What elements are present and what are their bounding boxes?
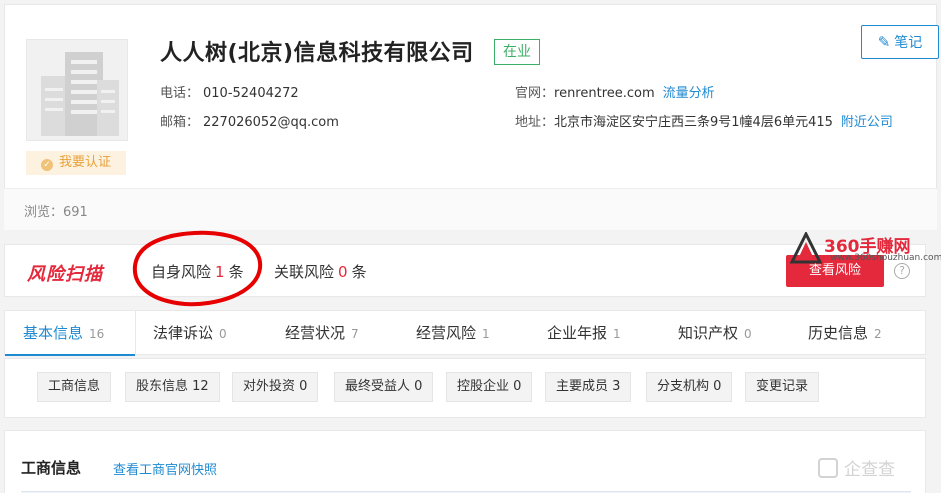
qichacha-logo-icon [818,458,838,478]
verify-button[interactable]: ✓ 我要认证 [26,151,126,175]
tab-label: 基本信息 [23,324,84,342]
tab-label: 知识产权 [678,324,739,342]
section-title: 工商信息 [21,459,82,477]
tab-count: 0 [219,327,227,341]
business-info-section: 工商信息 查看工商官网快照 [4,430,926,493]
subtab-branches[interactable]: 分支机构 0 [646,372,733,402]
tab-label: 经营状况 [285,324,346,342]
watermark-qichacha: 企查查 [818,455,895,480]
tab-label: 经营风险 [416,324,477,342]
watermark-bottom-text: 企查查 [844,460,895,480]
tab-count: 7 [351,327,359,341]
tab-count: 16 [89,327,105,341]
view-count: 浏览：691 [24,205,88,220]
subtab-business-info[interactable]: 工商信息 [37,372,112,402]
tab-legal[interactable]: 法律诉讼 0 [153,311,227,356]
tab-operations[interactable]: 经营状况 7 [285,311,359,356]
website-label: 官网： [515,86,555,101]
address-label: 地址： [515,115,555,130]
building-icon [41,52,119,136]
tab-label: 历史信息 [808,324,869,342]
email-row: 邮箱： 227026052@qq.com [160,111,339,130]
tab-count: 1 [482,327,490,341]
related-risk[interactable]: 关联风险 0 条 [274,261,367,282]
subtab-key-members[interactable]: 主要成员 3 [545,372,632,402]
related-risk-count: 0 [338,263,348,281]
tab-label: 企业年报 [547,324,608,342]
nearby-companies-link[interactable]: 附近公司 [841,115,893,130]
tab-divider [135,311,136,356]
traffic-analysis-link[interactable]: 流量分析 [663,86,715,101]
risk-scan-logo: 风险扫描 [27,264,103,285]
email-label: 邮箱： [160,115,200,130]
tab-count: 0 [744,327,752,341]
status-badge: 在业 [494,39,540,65]
tab-count: 1 [613,327,621,341]
subtab-shareholders[interactable]: 股东信息 12 [125,372,220,402]
phone-label: 电话： [160,86,200,101]
related-risk-unit: 条 [351,263,367,281]
phone-row: 电话： 010-52404272 [160,82,299,101]
address-value: 北京市海淀区安宁庄西三条9号1幢4层6单元415 [554,115,833,130]
website-value[interactable]: renrentree.com [554,86,655,101]
tab-history[interactable]: 历史信息 2 [808,311,882,356]
company-logo-placeholder [26,39,128,141]
watermark-url: www.360shouzhuan.com [830,253,941,263]
subtab-beneficiaries[interactable]: 最终受益人 0 [334,372,434,402]
phone-value: 010-52404272 [203,86,299,101]
website-row: 官网：renrentree.com 流量分析 [515,82,715,101]
main-tabs: 基本信息 16 法律诉讼 0 经营状况 7 经营风险 1 企业年报 1 知识产权 0 历史信… [4,310,926,356]
note-button[interactable]: ✎ 笔记 [861,25,939,59]
verify-label: 我要认证 [58,155,111,170]
tab-count: 2 [874,327,882,341]
company-name: 人人树(北京)信息科技有限公司 [160,41,474,66]
address-row: 地址：北京市海淀区安宁庄西三条9号1幢4层6单元415 附近公司 [515,111,893,130]
subtab-investments[interactable]: 对外投资 0 [232,372,319,402]
related-risk-label: 关联风险 [274,263,335,281]
red-circle-annotation [132,230,263,307]
views-bar: 浏览：691 [4,188,937,230]
tab-business-risk[interactable]: 经营风险 1 [416,311,490,356]
sub-tabs: 工商信息 股东信息 12 对外投资 0 最终受益人 0 控股企业 0 主要成员 … [4,358,926,418]
pen-icon: ✎ [877,33,891,51]
subtab-change-records[interactable]: 变更记录 [745,372,820,402]
tab-label: 法律诉讼 [153,324,214,342]
official-snapshot-link[interactable]: 查看工商官网快照 [113,459,217,478]
tab-intellectual-property[interactable]: 知识产权 0 [678,311,752,356]
email-value[interactable]: 227026052@qq.com [203,115,339,130]
verify-badge-icon: ✓ [40,159,53,171]
watermark-360shouzhuan: 360手赚网 www.360shouzhuan.com [790,230,941,266]
tab-annual-report[interactable]: 企业年报 1 [547,311,621,356]
triangle-logo-icon [790,232,822,264]
subtab-controlled-companies[interactable]: 控股企业 0 [446,372,533,402]
note-button-label: 笔记 [894,35,923,51]
tab-basic-info[interactable]: 基本信息 16 [5,311,135,356]
